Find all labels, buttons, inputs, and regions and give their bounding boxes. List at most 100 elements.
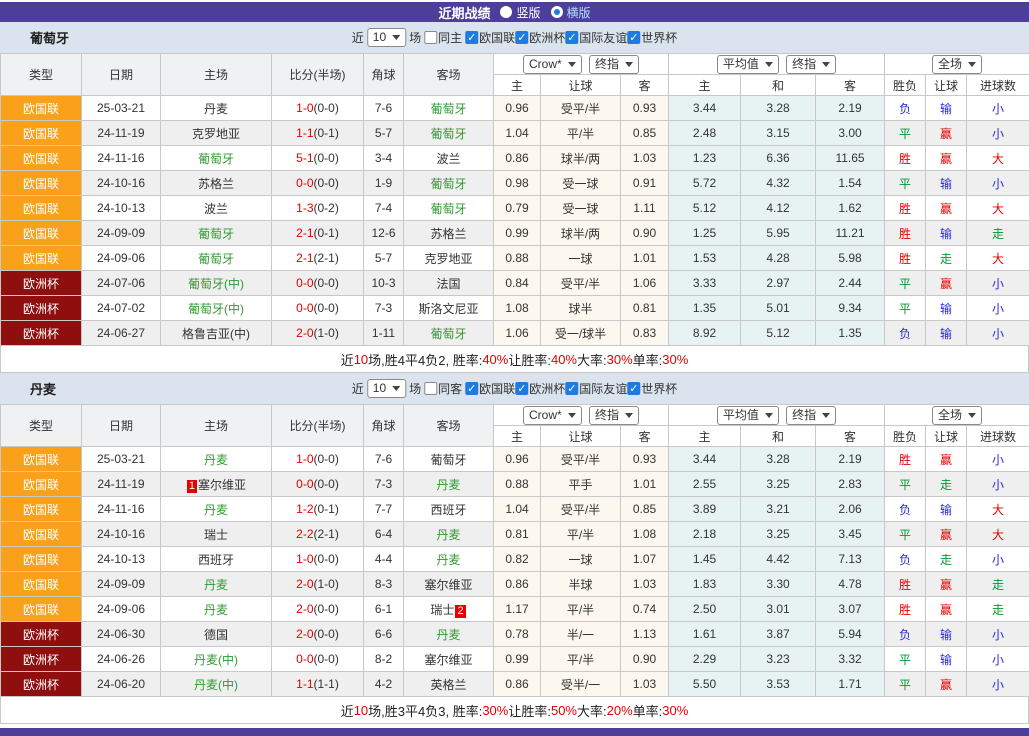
result-goals: 大 — [967, 196, 1029, 221]
away-team: 斯洛文尼亚 — [404, 296, 494, 321]
match-date: 24-07-06 — [82, 271, 161, 296]
avg-odds-draw: 3.01 — [741, 597, 816, 622]
checkbox-icon[interactable] — [424, 31, 437, 44]
avg-source-select[interactable]: 平均值 — [717, 406, 779, 425]
same-venue-checkbox[interactable]: 同客 — [424, 380, 462, 397]
home-team: 丹麦 — [161, 597, 272, 622]
avg-time-select[interactable]: 终指 — [786, 55, 836, 74]
checkbox-icon[interactable] — [565, 382, 578, 395]
result-outcome: 平 — [885, 271, 926, 296]
checkbox-icon[interactable] — [627, 382, 640, 395]
bottom-bar — [0, 728, 1029, 736]
odds-time-select[interactable]: 终指 — [589, 406, 639, 425]
checkbox-icon[interactable] — [515, 382, 528, 395]
recent-count-value: 10 — [373, 30, 386, 45]
team-name: 英格兰 — [430, 678, 466, 692]
checkbox-icon[interactable] — [515, 31, 528, 44]
result-outcome: 负 — [885, 321, 926, 346]
competition-filter-checkbox[interactable]: 欧国联 — [465, 380, 515, 397]
odds-group-header: Crow* 终指 — [494, 405, 669, 426]
result-outcome: 平 — [885, 296, 926, 321]
odds-time-select[interactable]: 终指 — [589, 55, 639, 74]
checkbox-label: 欧国联 — [479, 380, 515, 397]
avg-group-header: 平均值 终指 — [669, 54, 885, 75]
competition-badge: 欧洲杯 — [1, 296, 82, 321]
same-venue-checkbox[interactable]: 同主 — [424, 29, 462, 46]
avg-odds-away: 1.54 — [816, 171, 885, 196]
checkbox-label: 国际友谊 — [579, 29, 627, 46]
result-handicap: 走 — [926, 246, 967, 271]
checkbox-icon[interactable] — [627, 31, 640, 44]
avg-odds-away: 5.94 — [816, 622, 885, 647]
competition-filter-checkbox[interactable]: 欧国联 — [465, 29, 515, 46]
competition-filter-checkbox[interactable]: 世界杯 — [627, 29, 677, 46]
team-name: 瑞士 — [430, 603, 454, 617]
avg-time-select[interactable]: 终指 — [786, 406, 836, 425]
layout-radio-horizontal[interactable]: 横版 — [551, 4, 591, 21]
match-score: 1-2(0-1) — [272, 497, 364, 522]
home-team: 葡萄牙 — [161, 246, 272, 271]
checkbox-icon[interactable] — [565, 31, 578, 44]
recent-count-select[interactable]: 10 — [367, 28, 406, 47]
competition-filter-checkbox[interactable]: 欧洲杯 — [515, 29, 565, 46]
checkbox-icon[interactable] — [424, 382, 437, 395]
col-header-date: 日期 — [82, 54, 161, 96]
competition-filter-checkbox[interactable]: 世界杯 — [627, 380, 677, 397]
summary-text: 场,胜3平4负3, 胜率: — [368, 701, 482, 720]
subcol-result-handicap: 让球 — [926, 426, 967, 447]
match-score: 0-0(0-0) — [272, 647, 364, 672]
competition-filter-checkbox[interactable]: 国际友谊 — [565, 380, 627, 397]
home-team: 丹麦(中) — [161, 647, 272, 672]
scope-select[interactable]: 全场 — [932, 406, 982, 425]
handicap-odds-line: 平手 — [541, 472, 621, 497]
competition-filter-checkbox[interactable]: 国际友谊 — [565, 29, 627, 46]
avg-odds-draw: 5.12 — [741, 321, 816, 346]
match-date: 24-06-27 — [82, 321, 161, 346]
scope-select[interactable]: 全场 — [932, 55, 982, 74]
away-team: 丹麦 — [404, 622, 494, 647]
competition-badge: 欧洲杯 — [1, 271, 82, 296]
corner-count: 6-4 — [364, 522, 404, 547]
checkbox-icon[interactable] — [465, 31, 478, 44]
recent-count-select[interactable]: 10 — [367, 379, 406, 398]
away-team: 法国 — [404, 271, 494, 296]
team-name: 丹麦(中) — [194, 653, 238, 667]
match-score: 2-2(2-1) — [272, 522, 364, 547]
checkbox-label: 欧洲杯 — [529, 29, 565, 46]
halftime-score: (0-1) — [314, 502, 339, 516]
result-handicap: 赢 — [926, 146, 967, 171]
avg-odds-draw: 3.25 — [741, 522, 816, 547]
handicap-odds-line: 受一球 — [541, 196, 621, 221]
handicap-odds-away: 0.93 — [621, 96, 669, 121]
competition-filter-checkbox[interactable]: 欧洲杯 — [515, 380, 565, 397]
result-goals: 小 — [967, 96, 1029, 121]
fulltime-score: 0-0 — [296, 301, 313, 315]
recent-count-value: 10 — [373, 381, 386, 396]
layout-radio-vertical[interactable]: 竖版 — [500, 4, 540, 21]
team-name: 葡萄牙 — [430, 102, 466, 116]
avg-source-select[interactable]: 平均值 — [717, 55, 779, 74]
fulltime-score: 5-1 — [296, 151, 313, 165]
team-name: 葡萄牙 — [430, 327, 466, 341]
avg-odds-draw: 3.21 — [741, 497, 816, 522]
filter-unit-label: 场 — [409, 380, 421, 397]
avg-odds-draw: 6.36 — [741, 146, 816, 171]
result-handicap: 赢 — [926, 196, 967, 221]
checkbox-icon[interactable] — [465, 382, 478, 395]
odds-source-select[interactable]: Crow* — [523, 406, 582, 425]
col-header-date: 日期 — [82, 405, 161, 447]
radio-icon[interactable] — [500, 6, 512, 18]
result-handicap: 赢 — [926, 672, 967, 697]
competition-badge: 欧国联 — [1, 196, 82, 221]
radio-icon[interactable] — [551, 6, 563, 18]
fulltime-score: 0-0 — [296, 652, 313, 666]
avg-odds-home: 2.50 — [669, 597, 741, 622]
team-name: 丹麦 — [204, 453, 228, 467]
fulltime-score: 2-0 — [296, 602, 313, 616]
odds-source-select[interactable]: Crow* — [523, 55, 582, 74]
halftime-score: (0-0) — [314, 276, 339, 290]
result-goals: 小 — [967, 647, 1029, 672]
avg-odds-home: 3.44 — [669, 96, 741, 121]
handicap-odds-away: 0.91 — [621, 171, 669, 196]
halftime-score: (0-0) — [314, 176, 339, 190]
